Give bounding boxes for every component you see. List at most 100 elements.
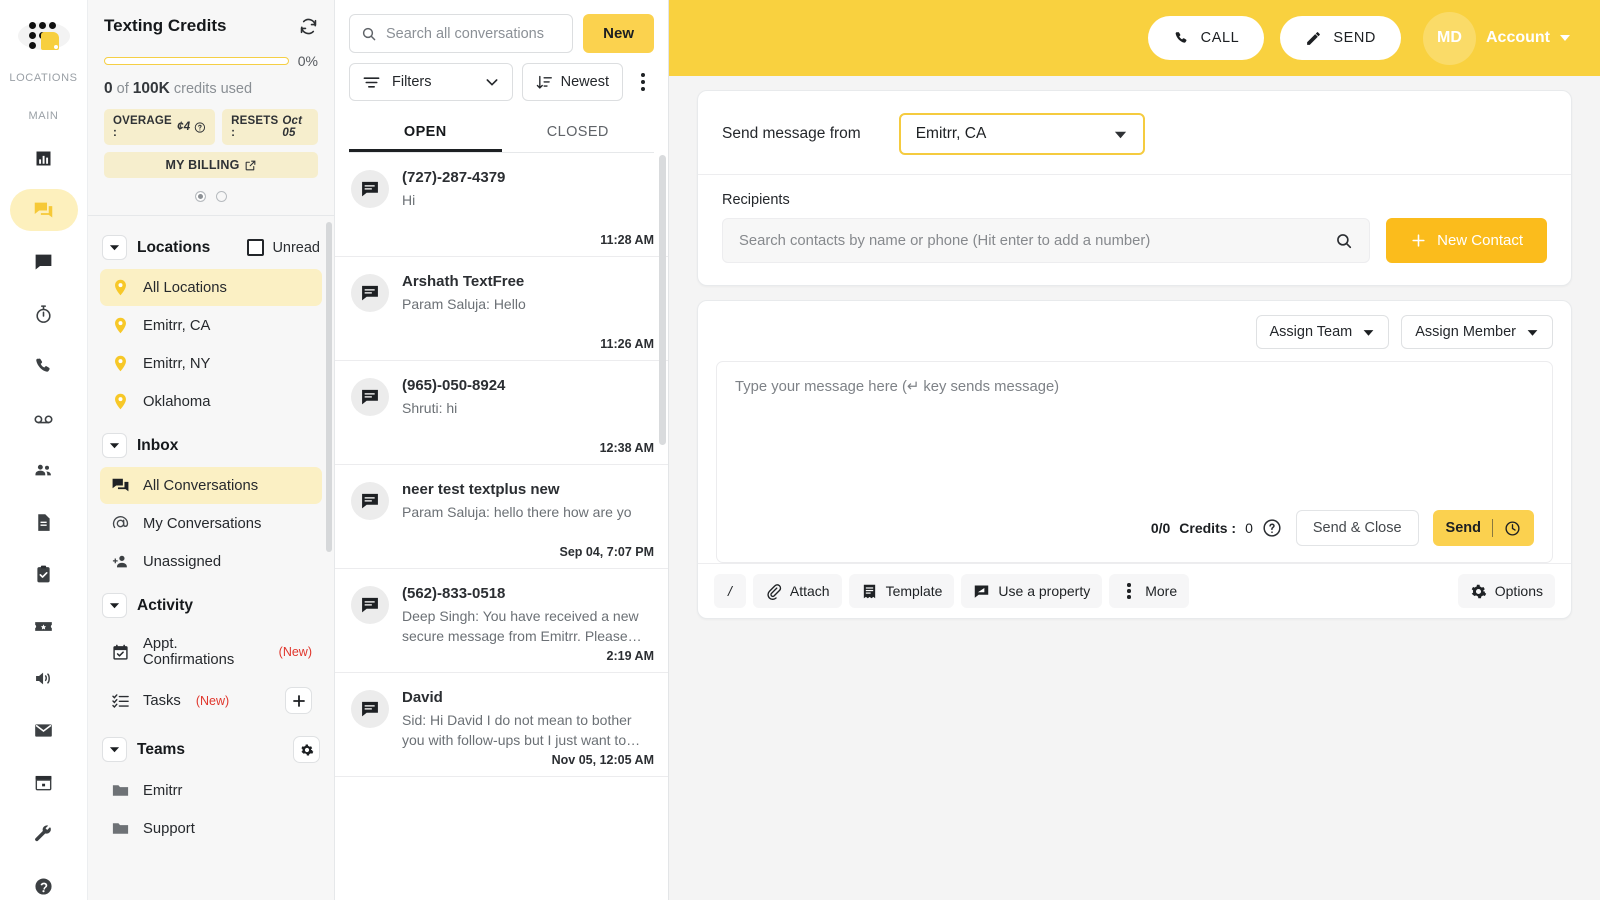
conversation-preview: Param Saluja: Hello bbox=[402, 295, 654, 315]
conversation-row[interactable]: neer test textplus new Param Saluja: hel… bbox=[335, 465, 668, 569]
sidebar-item-all-conversations[interactable]: All Conversations bbox=[100, 467, 322, 504]
conversation-row[interactable]: (965)-050-8924 Shruti: hi 12:38 AM bbox=[335, 361, 668, 465]
unread-filter[interactable]: Unread bbox=[247, 239, 320, 256]
message-textarea-wrapper[interactable]: Type your message here (↵ key sends mess… bbox=[716, 361, 1553, 563]
send-message-button[interactable]: Send bbox=[1433, 510, 1534, 546]
chat-icon bbox=[360, 699, 380, 719]
send-from-row: Send message from Emitrr, CA bbox=[722, 113, 1547, 155]
rail-item-conversations[interactable] bbox=[10, 189, 78, 231]
sidebar-item-all-locations[interactable]: All Locations bbox=[100, 269, 322, 306]
rail-item-dashboard[interactable] bbox=[10, 137, 78, 179]
rail-item-help[interactable] bbox=[10, 865, 78, 900]
rail-item-email[interactable] bbox=[10, 709, 78, 751]
conversation-preview: Param Saluja: hello there how are yo bbox=[402, 503, 654, 523]
send-button-top[interactable]: SEND bbox=[1280, 16, 1401, 60]
account-label: Account bbox=[1486, 29, 1550, 47]
assign-team-dropdown[interactable]: Assign Team bbox=[1256, 315, 1390, 349]
sidebar-item-team-support[interactable]: Support bbox=[100, 810, 322, 847]
new-conversation-button[interactable]: New bbox=[583, 14, 654, 53]
conversation-avatar bbox=[351, 378, 389, 416]
rail-items bbox=[0, 132, 87, 900]
more-button[interactable]: More bbox=[1109, 574, 1189, 608]
teams-settings-button[interactable] bbox=[293, 736, 320, 763]
credits-percent: 0% bbox=[298, 53, 318, 69]
rail-item-calendar[interactable] bbox=[10, 761, 78, 803]
refresh-icon[interactable] bbox=[299, 17, 318, 36]
sidebar-item-oklahoma[interactable]: Oklahoma bbox=[100, 383, 322, 420]
locations-collapse-toggle[interactable] bbox=[102, 235, 127, 260]
recipients-label: Recipients bbox=[722, 192, 1547, 208]
conversation-row[interactable]: (727)-287-4379 Hi 11:28 AM bbox=[335, 153, 668, 257]
call-button[interactable]: CALL bbox=[1148, 16, 1265, 60]
sidebar-item-tasks[interactable]: Tasks (New) bbox=[100, 678, 322, 723]
carousel-dot-1[interactable] bbox=[195, 191, 206, 202]
recipients-search-box[interactable] bbox=[722, 218, 1370, 263]
resets-label: RESETS : bbox=[231, 115, 278, 139]
conversation-preview: Shruti: hi bbox=[402, 399, 654, 419]
account-menu[interactable]: MD Account bbox=[1423, 12, 1570, 65]
rail-item-calls[interactable] bbox=[10, 345, 78, 387]
voicemail-icon bbox=[33, 408, 54, 429]
conversation-title: neer test textplus new bbox=[402, 480, 654, 500]
sidebar-item-team-emitrr[interactable]: Emitrr bbox=[100, 772, 322, 809]
send-and-close-button[interactable]: Send & Close bbox=[1296, 510, 1419, 546]
overage-value: ¢4 bbox=[177, 121, 190, 133]
activity-collapse-toggle[interactable] bbox=[102, 593, 127, 618]
gear-icon bbox=[1470, 583, 1487, 600]
assign-member-dropdown[interactable]: Assign Member bbox=[1401, 315, 1553, 349]
sidebar-item-my-conversations[interactable]: My Conversations bbox=[100, 505, 322, 542]
overage-pill[interactable]: OVERAGE : ¢4 bbox=[104, 109, 215, 145]
recipients-input[interactable] bbox=[739, 233, 1325, 249]
emitrr-logo[interactable] bbox=[18, 22, 70, 50]
rail-item-messages[interactable] bbox=[10, 241, 78, 283]
resets-pill: RESETS : Oct 05 bbox=[222, 109, 318, 145]
help-icon[interactable] bbox=[1262, 518, 1282, 538]
unread-checkbox[interactable] bbox=[247, 239, 264, 256]
rail-item-voicemail[interactable] bbox=[10, 397, 78, 439]
inbox-collapse-toggle[interactable] bbox=[102, 433, 127, 458]
sidebar-item-emitrr-ny[interactable]: Emitrr, NY bbox=[100, 345, 322, 382]
slash-command-button[interactable]: / bbox=[714, 574, 746, 608]
activity-group-title: Activity bbox=[137, 597, 320, 615]
pencil-icon bbox=[1305, 30, 1322, 47]
my-billing-button[interactable]: MY BILLING bbox=[104, 152, 318, 178]
teams-collapse-toggle[interactable] bbox=[102, 737, 127, 762]
rail-item-settings[interactable] bbox=[10, 813, 78, 855]
rail-item-contacts[interactable] bbox=[10, 449, 78, 491]
conversation-list-more-button[interactable] bbox=[632, 73, 654, 91]
locations-group-header: Locations Unread bbox=[100, 232, 322, 263]
conversation-row[interactable]: (562)-833-0518 Deep Singh: You have rece… bbox=[335, 569, 668, 673]
attach-button[interactable]: Attach bbox=[753, 574, 842, 608]
sidebar-item-unassigned[interactable]: Unassigned bbox=[100, 543, 322, 580]
search-conversations-box[interactable] bbox=[349, 14, 573, 53]
rail-section-main: MAIN bbox=[0, 110, 87, 122]
send-message-card: Send message from Emitrr, CA Recipients bbox=[697, 90, 1572, 286]
tab-closed[interactable]: CLOSED bbox=[502, 113, 655, 152]
filters-button[interactable]: Filters bbox=[349, 63, 513, 101]
add-task-button[interactable] bbox=[285, 687, 312, 714]
sidebar-item-label: Support bbox=[143, 821, 195, 837]
nav-panel: Texting Credits 0% 0 of 100K credits use… bbox=[88, 0, 335, 900]
sort-button[interactable]: Newest bbox=[522, 63, 623, 101]
rail-item-tasks[interactable] bbox=[10, 553, 78, 595]
use-property-button[interactable]: Use a property bbox=[961, 574, 1102, 608]
rail-item-timer[interactable] bbox=[10, 293, 78, 335]
search-input[interactable] bbox=[386, 26, 561, 42]
options-button[interactable]: Options bbox=[1458, 574, 1555, 608]
carousel-dot-2[interactable] bbox=[216, 191, 227, 202]
template-button[interactable]: Template bbox=[849, 574, 955, 608]
rail-item-announcements[interactable] bbox=[10, 657, 78, 699]
conversation-row[interactable]: Arshath TextFree Param Saluja: Hello 11:… bbox=[335, 257, 668, 361]
sidebar-item-emitrr-ca[interactable]: Emitrr, CA bbox=[100, 307, 322, 344]
conversation-row[interactable]: David Sid: Hi David I do not mean to bot… bbox=[335, 673, 668, 777]
nav-scrollbar[interactable] bbox=[326, 222, 332, 552]
rail-item-campaigns[interactable] bbox=[10, 605, 78, 647]
new-contact-button[interactable]: New Contact bbox=[1386, 218, 1547, 263]
conversation-scrollbar[interactable] bbox=[659, 155, 666, 445]
sidebar-item-appt-confirmations[interactable]: Appt. Confirmations (New) bbox=[100, 627, 322, 677]
rail-item-documents[interactable] bbox=[10, 501, 78, 543]
send-from-select[interactable]: Emitrr, CA bbox=[899, 113, 1145, 155]
avatar: MD bbox=[1423, 12, 1476, 65]
tab-open[interactable]: OPEN bbox=[349, 113, 502, 152]
compose-toolbar: / Attach Template Use a property bbox=[698, 563, 1571, 618]
